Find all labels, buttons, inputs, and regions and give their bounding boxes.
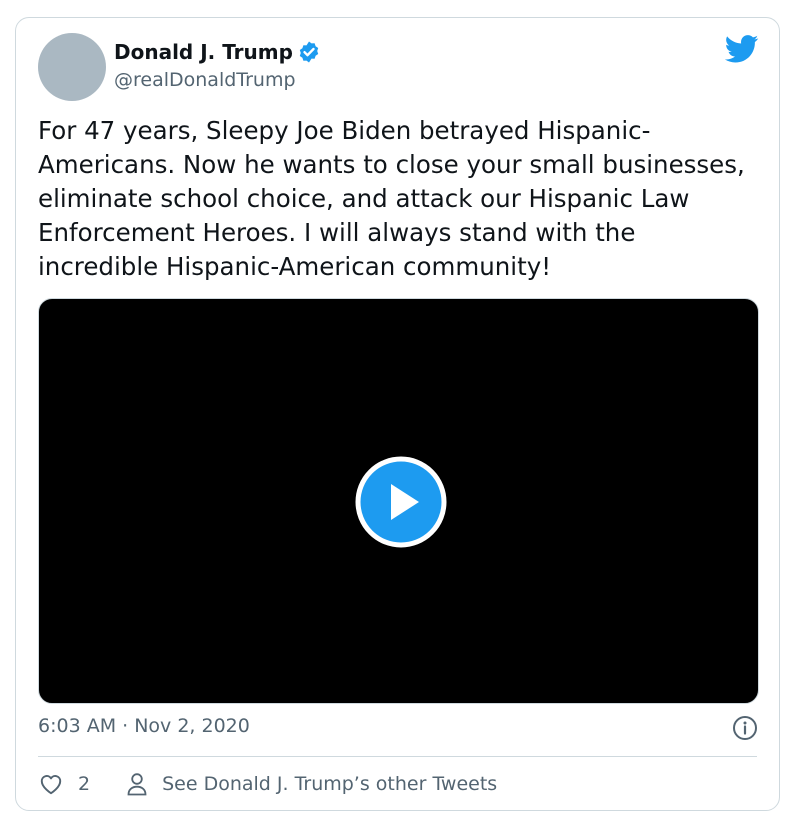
person-icon (127, 773, 147, 796)
twitter-bird-icon[interactable] (725, 35, 759, 63)
heart-icon[interactable] (38, 771, 64, 797)
tweet-actions: 2 See Donald J. Trump’s other Tweets (38, 771, 497, 797)
author-handle[interactable]: @realDonaldTrump (114, 69, 296, 91)
video-player[interactable] (38, 298, 759, 704)
avatar[interactable] (38, 33, 106, 101)
tweet-text: For 47 years, Sleepy Joe Biden betrayed … (38, 116, 745, 281)
verified-badge-icon (299, 41, 319, 63)
tweet-card: Donald J. Trump @realDonaldTrump For 47 … (15, 17, 780, 811)
info-icon[interactable] (732, 715, 758, 741)
author-name-row[interactable]: Donald J. Trump (114, 40, 321, 64)
play-icon[interactable] (355, 456, 447, 548)
display-name[interactable]: Donald J. Trump (114, 40, 293, 64)
like-count[interactable]: 2 (78, 773, 90, 795)
tweet-timestamp[interactable]: 6:03 AM · Nov 2, 2020 (38, 715, 250, 737)
divider (38, 756, 757, 757)
see-other-tweets-link[interactable]: See Donald J. Trump’s other Tweets (162, 773, 497, 795)
